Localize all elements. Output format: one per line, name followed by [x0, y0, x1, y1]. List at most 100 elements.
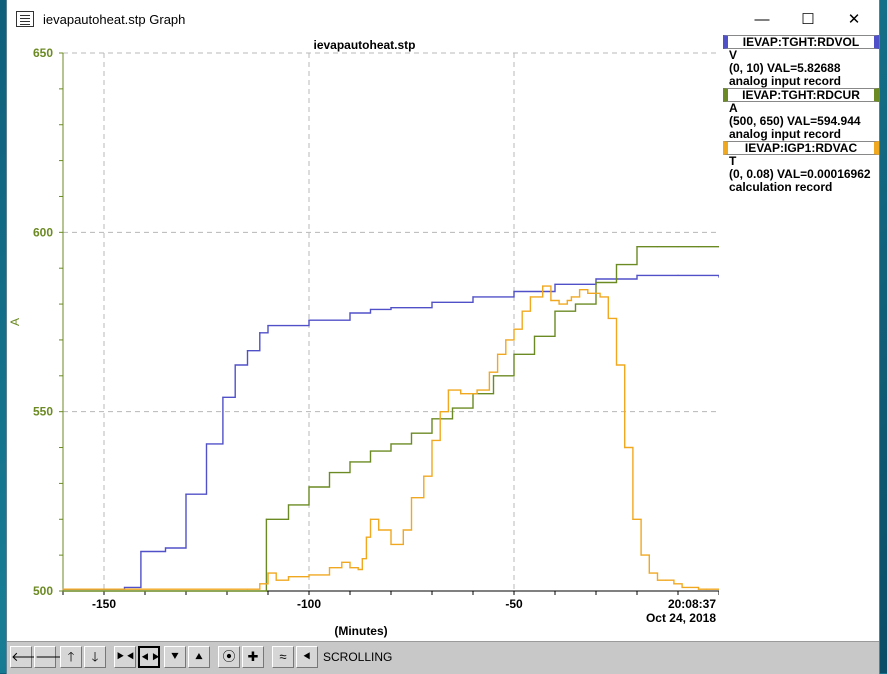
y-tick-label: 600: [33, 225, 53, 239]
series-1-point: [259, 332, 261, 334]
autoscale-button[interactable]: ≈: [272, 646, 294, 668]
series-3-point: [505, 339, 507, 341]
series-3-point: [689, 586, 691, 589]
toolbar: SCROLLING 🡐 🡒 🡑 🡓 ⯈⯇ ⯇⯈ ⯆ ⯅ ⦿ ✚ ≈ ⯇: [7, 641, 879, 674]
series-3-point: [488, 371, 490, 373]
series-3-point: [308, 574, 310, 576]
series-3-point: [615, 364, 618, 366]
y-tick-label: 550: [33, 405, 53, 419]
scroll-left-button[interactable]: 🡐: [10, 646, 46, 668]
series-3-point: [431, 439, 433, 441]
series-3-point: [529, 296, 532, 298]
line-chart[interactable]: 500 550 600 650 -150 -100 -50 20:08:37Oct 24, 2…: [10, 38, 719, 640]
series-1-point: [164, 547, 167, 549]
series-2-point: [390, 443, 392, 445]
series-3-point: [665, 579, 667, 581]
legend-value: VAL=594.944: [787, 115, 861, 128]
series-1-point: [267, 324, 269, 327]
series-1-point: [123, 586, 126, 589]
series-3-point: [365, 536, 367, 538]
series-1-point: [185, 493, 187, 495]
series-2-point: [595, 281, 597, 284]
close-button[interactable]: ✕: [831, 0, 877, 40]
series-3-point: [599, 296, 601, 298]
app-icon: [16, 11, 34, 27]
zoom-out-x-button[interactable]: ⯇⯈: [138, 646, 161, 668]
series-2-point: [410, 432, 413, 434]
legend-series-box[interactable]: IEVAP:IGP1:RDVAC: [723, 141, 879, 155]
series-3-point: [624, 446, 626, 449]
series-3-point: [328, 567, 331, 569]
legend-series-box[interactable]: IEVAP:TGHT:RDCUR: [723, 88, 879, 102]
reset-button[interactable]: ⦿: [218, 646, 240, 668]
x-axis-label: (Minutes): [334, 624, 387, 638]
legend-range: (0, 10): [729, 62, 764, 75]
series-1-point: [140, 550, 142, 553]
series-3-point: [550, 299, 552, 302]
series-2-point: [308, 486, 310, 488]
series-3-point: [587, 292, 589, 294]
legend-record-type: calculation record: [729, 181, 833, 194]
series-2-point: [697, 246, 700, 248]
legend-range-value: (500, 650) VAL=594.944: [721, 115, 879, 128]
series-3-point: [521, 310, 523, 312]
series-3-point: [410, 497, 413, 499]
legend-series-box[interactable]: IEVAP:TGHT:RDVOL: [723, 35, 879, 49]
series-3-point: [460, 393, 462, 395]
y-axis-label: A: [10, 318, 22, 326]
end-date-label: Oct 24, 2018: [646, 611, 716, 625]
series-1-point: [246, 350, 249, 352]
series-1-point: [472, 296, 474, 298]
series-2-point: [656, 246, 659, 248]
series-3-point: [62, 588, 64, 590]
series-2-point: [554, 310, 556, 312]
add-button[interactable]: ✚: [242, 646, 264, 668]
series-3-point: [706, 588, 708, 590]
series-2-point: [431, 418, 433, 420]
maximize-button[interactable]: ☐: [785, 0, 831, 40]
series-1-point: [677, 274, 679, 276]
series-3-point: [579, 289, 581, 291]
window-title: ievapautoheat.stp Graph: [43, 12, 186, 27]
zoom-in-y-button[interactable]: ⯆: [164, 646, 186, 668]
series-3-point: [640, 554, 642, 556]
series-3-point: [423, 475, 425, 477]
series-2-point: [287, 504, 290, 506]
legend-range: (0, 0.08): [729, 168, 774, 181]
series-3-point: [476, 389, 478, 391]
legend-range-value: (0, 10) VAL=5.82688: [721, 62, 879, 75]
series-3-point: [357, 568, 359, 571]
minimize-button[interactable]: —: [739, 0, 785, 40]
scroll-down-button[interactable]: 🡓: [84, 646, 106, 668]
zoom-out-y-button[interactable]: ⯅: [188, 646, 210, 668]
scroll-mode-button[interactable]: ⯇: [296, 646, 318, 668]
title-bar[interactable]: ievapautoheat.stp Graph — ☐ ✕: [7, 0, 879, 40]
scroll-right-button[interactable]: 🡒: [34, 646, 70, 668]
legend-unit: T: [729, 155, 737, 168]
series-3-point: [558, 303, 560, 305]
series-3-point: [402, 529, 404, 531]
series-3-point: [673, 583, 675, 585]
series-2-point: [492, 375, 495, 377]
end-time-label: 20:08:37: [668, 597, 716, 611]
series-2-point: [328, 472, 331, 474]
x-tick-label: -150: [92, 597, 116, 611]
chart-area[interactable]: ievapautoheat.stp 500 550 600 650 -150 -100 -5…: [10, 38, 719, 640]
scroll-up-button[interactable]: 🡑: [60, 646, 82, 668]
zoom-in-x-button[interactable]: ⯈⯇: [114, 646, 136, 668]
series-1-point: [431, 301, 433, 303]
series-3-point: [267, 572, 269, 574]
series-3-point: [632, 518, 634, 520]
series-3-point: [361, 558, 363, 560]
mode-label: SCROLLING: [323, 650, 393, 664]
series-3-point: [390, 543, 392, 545]
series-3-point: [468, 393, 470, 395]
series-3-point: [378, 529, 380, 531]
series-3-point: [570, 296, 573, 298]
series-2-point: [265, 518, 267, 520]
series-3-point: [648, 572, 650, 574]
series-3-point: [497, 353, 499, 355]
x-tick-label: -100: [297, 597, 321, 611]
legend-unit: V: [729, 49, 738, 62]
legend-value: VAL=5.82688: [767, 62, 841, 75]
